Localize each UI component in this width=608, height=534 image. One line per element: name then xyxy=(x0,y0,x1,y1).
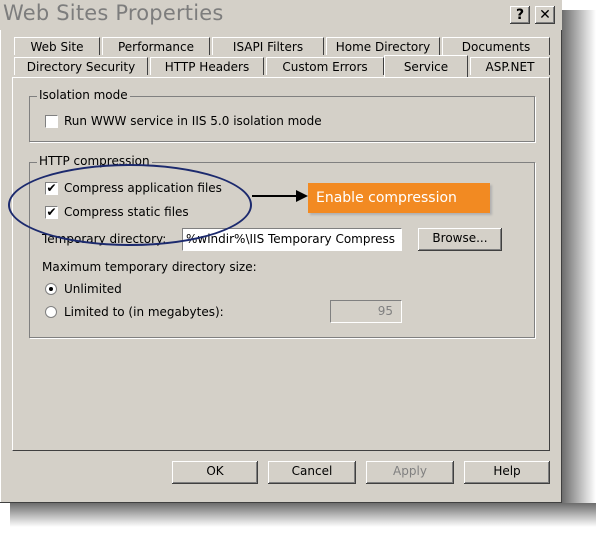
close-icon[interactable]: ✕ xyxy=(535,6,555,24)
tab-web-site[interactable]: Web Site xyxy=(14,37,100,55)
help-question-icon[interactable]: ? xyxy=(510,6,530,24)
tab-documents[interactable]: Documents xyxy=(442,37,550,55)
tab-custom-errors[interactable]: Custom Errors xyxy=(266,57,384,75)
service-tab-panel: Isolation mode Run WWW service in IIS 5.… xyxy=(12,77,550,451)
window-shadow-right xyxy=(562,10,596,510)
properties-dialog: Web Sites Properties ? ✕ Web Site Perfor… xyxy=(0,0,562,503)
window-title: Web Sites Properties xyxy=(3,1,224,25)
unlimited-radio[interactable] xyxy=(45,283,57,295)
tab-http-headers[interactable]: HTTP Headers xyxy=(150,57,264,75)
window-shadow-bottom xyxy=(10,503,596,527)
max-size-label: Maximum temporary directory size: xyxy=(42,260,257,274)
help-button[interactable]: Help xyxy=(464,461,550,484)
isolation-mode-group: Isolation mode Run WWW service in IIS 5.… xyxy=(29,88,535,142)
enable-compression-callout: Enable compression xyxy=(308,183,490,213)
iis5-isolation-label: Run WWW service in IIS 5.0 isolation mod… xyxy=(64,114,322,128)
tab-service[interactable]: Service xyxy=(384,55,468,77)
unlimited-label: Unlimited xyxy=(64,282,122,296)
tab-performance[interactable]: Performance xyxy=(102,37,210,55)
tab-home-directory[interactable]: Home Directory xyxy=(326,37,440,55)
tab-directory-security[interactable]: Directory Security xyxy=(14,57,148,75)
cancel-button[interactable]: Cancel xyxy=(268,461,356,484)
apply-button[interactable]: Apply xyxy=(366,461,454,484)
iis5-isolation-checkbox[interactable] xyxy=(45,115,58,128)
title-bar: Web Sites Properties ? ✕ xyxy=(0,0,562,30)
browse-button[interactable]: Browse... xyxy=(418,228,502,251)
isolation-mode-label: Isolation mode xyxy=(37,88,130,102)
tab-asp-net[interactable]: ASP.NET xyxy=(470,57,550,75)
ok-button[interactable]: OK xyxy=(172,461,258,484)
arrow-right-icon xyxy=(252,190,308,202)
limited-megabytes-input[interactable]: 95 xyxy=(330,300,402,323)
tab-isapi-filters[interactable]: ISAPI Filters xyxy=(212,37,324,55)
limited-radio[interactable] xyxy=(45,306,57,318)
limited-label: Limited to (in megabytes): xyxy=(64,305,224,319)
highlight-ellipse xyxy=(8,164,252,246)
